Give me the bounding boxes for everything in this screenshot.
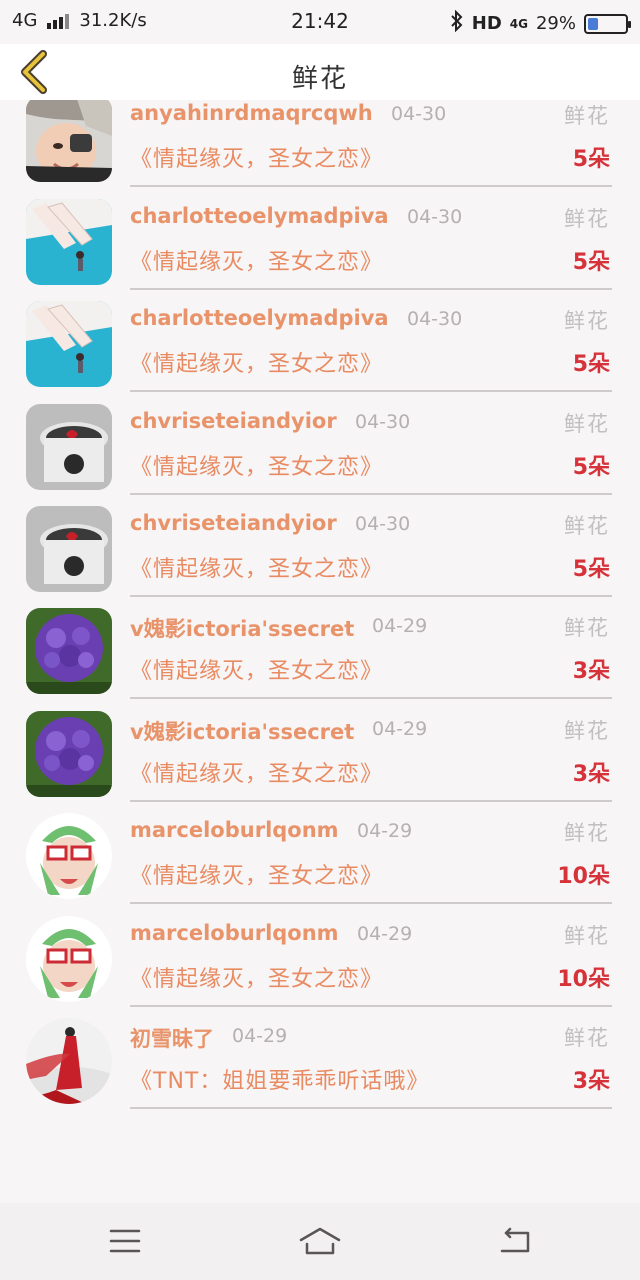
gift-date: 04-30 [407, 308, 463, 331]
gift-work-title[interactable]: 《情起缘灭，圣女之恋》 [130, 653, 383, 685]
hand-avatar[interactable] [26, 198, 112, 285]
gift-count: 5朵 [572, 352, 610, 378]
gift-date: 04-29 [357, 820, 413, 843]
title-bar: 鲜花 [0, 44, 640, 100]
gift-date: 04-29 [232, 1024, 288, 1047]
gift-count: 3朵 [572, 761, 610, 787]
gift-type-label: 鲜花 [564, 513, 610, 538]
hd-label: HD [471, 13, 502, 34]
list-item[interactable]: 初雪昧了 04-29 鲜花 《TNT：姐姐要乖乖听话哦》 3朵 [0, 1008, 640, 1110]
gift-work-title[interactable]: 《情起缘灭，圣女之恋》 [130, 449, 383, 481]
red-dress-avatar[interactable] [26, 1017, 112, 1104]
gift-type-label: 鲜花 [564, 923, 610, 948]
home-icon [299, 1227, 341, 1255]
gift-work-title[interactable]: 《情起缘灭，圣女之恋》 [130, 961, 383, 993]
list-item[interactable]: anyahinrdmaqrcqwh 04-30 鲜花 《情起缘灭，圣女之恋》 5… [0, 100, 640, 189]
username[interactable]: charlotteoelymadpiva [130, 204, 389, 228]
gift-type-label: 鲜花 [564, 821, 610, 846]
network-secondary: 4G [509, 16, 528, 31]
gift-count: 3朵 [572, 1068, 610, 1094]
gift-type-label: 鲜花 [564, 718, 610, 743]
gift-count: 10朵 [557, 966, 610, 992]
divider [130, 799, 612, 802]
gift-count: 5朵 [572, 249, 610, 275]
gift-type-label: 鲜花 [564, 411, 610, 436]
list-item[interactable]: chvriseteiandyior 04-30 鲜花 《情起缘灭，圣女之恋》 5… [0, 394, 640, 496]
gift-type-label: 鲜花 [564, 616, 610, 641]
hand-avatar[interactable] [26, 301, 112, 388]
gift-type-label: 鲜花 [564, 309, 610, 334]
gift-work-title[interactable]: 《情起缘灭，圣女之恋》 [130, 346, 383, 378]
gift-count: 5朵 [572, 147, 610, 173]
gift-type-label: 鲜花 [564, 104, 610, 129]
home-button[interactable] [296, 1221, 344, 1261]
gift-count: 5朵 [572, 454, 610, 480]
gift-date: 04-29 [357, 922, 413, 945]
gift-type-label: 鲜花 [564, 206, 610, 231]
battery-percent: 29% [535, 13, 576, 34]
menu-button[interactable] [101, 1221, 149, 1261]
back-nav-button[interactable] [491, 1221, 539, 1261]
list-item[interactable]: marceloburlqonm 04-29 鲜花 《情起缘灭，圣女之恋》 10朵 [0, 906, 640, 1008]
status-bar: 4G 31.2K/s 21:42 HD 4G 29% [0, 0, 640, 44]
divider [130, 390, 612, 393]
page-title: 鲜花 [291, 64, 348, 94]
divider [130, 492, 612, 495]
username[interactable]: v媿影ictoria'ssecret [130, 613, 354, 643]
username[interactable]: marceloburlqonm [130, 921, 339, 945]
username[interactable]: 初雪昧了 [130, 1023, 214, 1053]
hydrangea-avatar[interactable] [26, 710, 112, 797]
gift-date: 04-30 [407, 205, 463, 228]
mug-avatar[interactable] [26, 505, 112, 592]
mug-avatar[interactable] [26, 403, 112, 490]
gift-count: 3朵 [572, 659, 610, 685]
hydrangea-avatar[interactable] [26, 608, 112, 695]
gift-date: 04-30 [355, 410, 411, 433]
baby-avatar[interactable] [26, 100, 112, 183]
divider [130, 287, 612, 290]
list-item[interactable]: charlotteoelymadpiva 04-30 鲜花 《情起缘灭，圣女之恋… [0, 189, 640, 291]
list-item[interactable]: chvriseteiandyior 04-30 鲜花 《情起缘灭，圣女之恋》 5… [0, 496, 640, 598]
gift-date: 04-30 [391, 103, 447, 126]
gift-work-title[interactable]: 《情起缘灭，圣女之恋》 [130, 756, 383, 788]
gift-work-title[interactable]: 《TNT：姐姐要乖乖听话哦》 [130, 1063, 429, 1095]
username[interactable]: v媿影ictoria'ssecret [130, 716, 354, 746]
system-nav-bar [0, 1203, 640, 1280]
gift-date: 04-29 [372, 615, 428, 638]
gift-list[interactable]: anyahinrdmaqrcqwh 04-30 鲜花 《情起缘灭，圣女之恋》 5… [0, 100, 640, 1203]
divider [130, 1106, 612, 1109]
cartoon-avatar[interactable] [26, 915, 112, 1002]
gift-count: 10朵 [557, 864, 610, 890]
divider [130, 697, 612, 700]
username[interactable]: anyahinrdmaqrcqwh [130, 101, 373, 125]
cartoon-avatar[interactable] [26, 813, 112, 900]
divider [130, 1004, 612, 1007]
list-item[interactable]: v媿影ictoria'ssecret 04-29 鲜花 《情起缘灭，圣女之恋》 … [0, 701, 640, 803]
list-item[interactable]: v媿影ictoria'ssecret 04-29 鲜花 《情起缘灭，圣女之恋》 … [0, 598, 640, 700]
bluetooth-icon [450, 9, 464, 37]
gift-type-label: 鲜花 [564, 1025, 610, 1050]
gift-work-title[interactable]: 《情起缘灭，圣女之恋》 [130, 141, 383, 173]
divider [130, 185, 612, 188]
gift-date: 04-29 [372, 717, 428, 740]
gift-date: 04-30 [355, 512, 411, 535]
gift-count: 5朵 [572, 556, 610, 582]
list-item[interactable]: charlotteoelymadpiva 04-30 鲜花 《情起缘灭，圣女之恋… [0, 291, 640, 393]
username[interactable]: charlotteoelymadpiva [130, 306, 389, 330]
gift-work-title[interactable]: 《情起缘灭，圣女之恋》 [130, 858, 383, 890]
gift-work-title[interactable]: 《情起缘灭，圣女之恋》 [130, 244, 383, 276]
divider [130, 902, 612, 905]
battery-icon [584, 13, 631, 34]
gift-work-title[interactable]: 《情起缘灭，圣女之恋》 [130, 551, 383, 583]
username[interactable]: marceloburlqonm [130, 818, 339, 842]
username[interactable]: chvriseteiandyior [130, 409, 337, 433]
username[interactable]: chvriseteiandyior [130, 511, 337, 535]
menu-icon [109, 1229, 141, 1253]
divider [130, 594, 612, 597]
list-item[interactable]: marceloburlqonm 04-29 鲜花 《情起缘灭，圣女之恋》 10朵 [0, 803, 640, 905]
back-icon [500, 1227, 530, 1253]
